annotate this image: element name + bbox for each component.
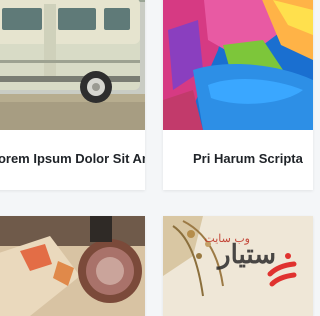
- post-title[interactable]: Pri Harum Scripta: [193, 151, 303, 166]
- post-thumbnail[interactable]: [0, 216, 145, 316]
- post-thumbnail[interactable]: [0, 0, 145, 130]
- post-card[interactable]: Pri Harum Scripta: [163, 0, 313, 190]
- watermark-text: ستیار: [218, 240, 276, 270]
- site-watermark-logo: وب سایت ستیار: [178, 232, 298, 294]
- post-card[interactable]: [0, 216, 145, 316]
- post-title[interactable]: Lorem Ipsum Dolor Sit Amet: [0, 151, 145, 166]
- post-thumbnail[interactable]: [163, 0, 313, 130]
- post-card[interactable]: Lorem Ipsum Dolor Sit Amet: [0, 0, 145, 190]
